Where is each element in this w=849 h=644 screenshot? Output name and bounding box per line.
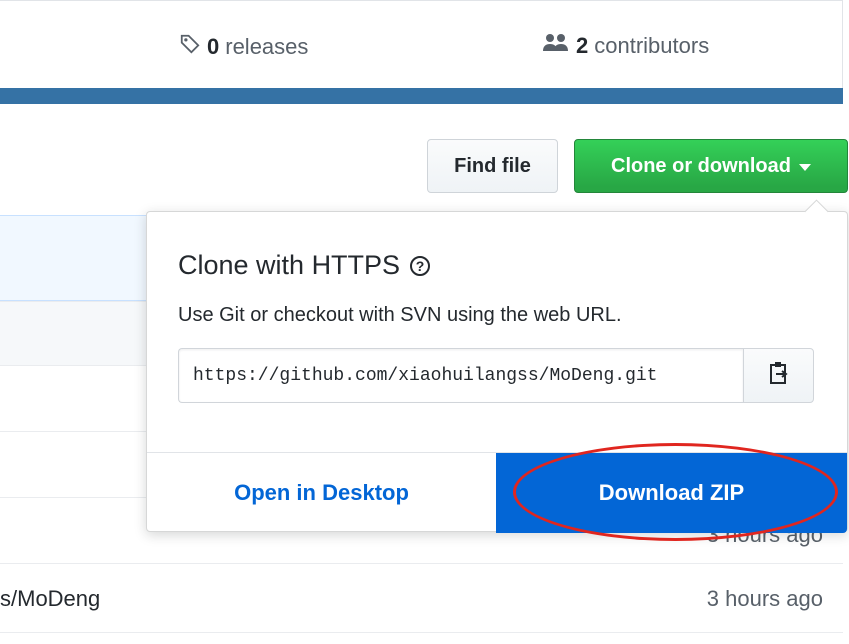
clone-download-label: Clone or download bbox=[611, 154, 791, 177]
find-file-button[interactable]: Find file bbox=[427, 139, 558, 193]
copy-url-button[interactable] bbox=[743, 348, 814, 403]
clone-download-button[interactable]: Clone or download bbox=[574, 139, 848, 193]
releases-count: 0 bbox=[207, 34, 220, 59]
contributors-link[interactable]: 2 contributors bbox=[542, 33, 709, 59]
download-zip-button[interactable]: Download ZIP bbox=[496, 453, 847, 533]
releases-label: releases bbox=[225, 34, 309, 59]
contributors-count: 2 bbox=[576, 33, 589, 58]
repo-summary-bar: 0 releases 2 contributors bbox=[0, 0, 843, 88]
clone-title-text: Clone with HTTPS bbox=[178, 250, 401, 280]
clone-description: Use Git or checkout with SVN using the w… bbox=[178, 304, 622, 326]
language-bar[interactable] bbox=[0, 88, 843, 104]
file-name[interactable]: s/MoDeng bbox=[0, 586, 100, 612]
clone-dropdown-panel: Clone with HTTPS ? Use Git or checkout w… bbox=[146, 199, 848, 533]
clone-url-input[interactable] bbox=[178, 348, 743, 403]
file-age: 3 hours ago bbox=[706, 586, 823, 611]
releases-link[interactable]: 0 releases bbox=[179, 33, 308, 61]
tag-icon bbox=[179, 33, 201, 61]
clone-panel-footer: Open in Desktop Download ZIP bbox=[147, 452, 847, 533]
people-icon bbox=[542, 33, 570, 59]
clone-title: Clone with HTTPS ? bbox=[178, 250, 431, 281]
clipboard-icon bbox=[768, 361, 790, 390]
file-row[interactable]: s/MoDeng 3 hours ago bbox=[0, 563, 843, 633]
open-in-desktop-button[interactable]: Open in Desktop bbox=[147, 453, 496, 533]
question-icon[interactable]: ? bbox=[410, 255, 431, 276]
contributors-label: contributors bbox=[594, 33, 710, 58]
caret-down-icon bbox=[799, 163, 811, 171]
clone-url-group bbox=[178, 348, 814, 403]
dropdown-caret bbox=[804, 199, 829, 224]
